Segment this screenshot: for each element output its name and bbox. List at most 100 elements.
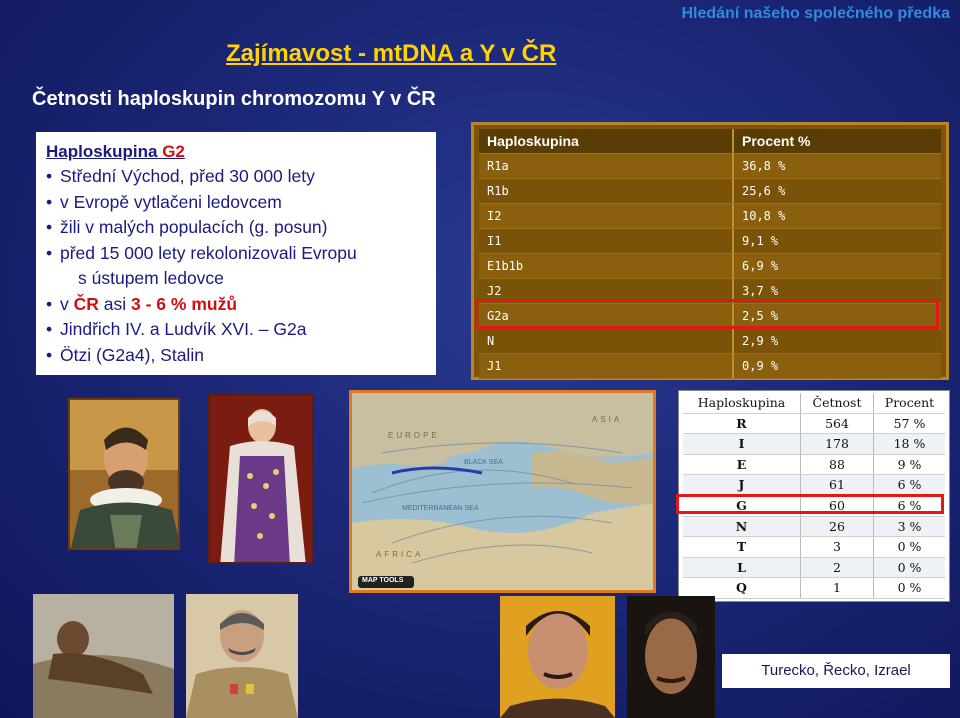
stalin-portrait [186, 594, 298, 718]
older-man-photo [627, 596, 715, 718]
louis-xvi-portrait [208, 394, 314, 564]
header-haplogroup: Haploskupina [683, 393, 801, 413]
cell-haplogroup: I [683, 434, 801, 454]
cell-haplogroup: L [683, 557, 801, 578]
table-row: L2 0 % [683, 557, 945, 579]
table-row: I1 9,1 % [479, 229, 941, 254]
header-haplogroup: Haploskupina [479, 129, 734, 153]
fact-otzi-stalin: Ötzi (G2a4), Stalin [46, 343, 426, 369]
table-row: I2 10,8 % [479, 204, 941, 229]
cell-count: 88 [801, 454, 874, 475]
cell-haplogroup: J [683, 475, 801, 495]
table-header-row: Haploskupina Procent % [479, 129, 941, 154]
young-man-image [500, 596, 615, 718]
table-row: J 61 6 % [683, 475, 945, 496]
cell-haplogroup: I2 [479, 204, 734, 228]
fact-kings: Jindřich IV. a Ludvík XVI. – G2a [46, 317, 426, 343]
cz-prefix: v [60, 293, 74, 314]
cell-haplogroup: R1a [479, 154, 734, 178]
table-row: T3 0 % [683, 537, 945, 558]
table-row: J1 0,9 % [479, 354, 941, 379]
subtitle: Četnosti haploskupin chromozomu Y v ČR [32, 88, 436, 110]
table-row: N 2,9 % [479, 329, 941, 354]
henri-portrait-image [70, 400, 178, 548]
cell-haplogroup: I1 [479, 229, 734, 253]
fact-origin: Střední Východ, před 30 000 lety [46, 164, 426, 190]
g2-heading: Haploskupina G2 [46, 140, 426, 164]
fact-recolonized-cont: s ústupem ledovce [78, 268, 224, 288]
cell-count: 178 [801, 434, 874, 454]
cell-count: 3 [801, 537, 874, 557]
cell-percent: 9 % [897, 456, 922, 472]
table-row: E 88 9 % [683, 454, 945, 476]
cell-percent: 6,9 % [742, 259, 779, 273]
map-label-mediterranean: MEDITERRANEAN SEA [402, 505, 479, 512]
cz-value: 3 - 6 % mužů [131, 293, 238, 314]
cell-haplogroup: T [683, 537, 801, 557]
fact-small-populations: žili v malých populacích (g. posun) [46, 215, 426, 241]
cell-percent: 0 % [897, 580, 922, 596]
cell-count: 1 [801, 578, 874, 598]
cell-percent: 2,9 % [742, 334, 779, 348]
table-row: E1b1b 6,9 % [479, 254, 941, 279]
countries-caption: Turecko, Řecko, Izrael [722, 654, 950, 688]
otzi-image [33, 594, 174, 718]
cell-haplogroup: R [683, 413, 801, 434]
cell-percent: 36,8 % [742, 159, 786, 173]
header-percent: Procent [884, 395, 935, 410]
cell-count: 26 [801, 516, 874, 537]
g-row-highlight [676, 494, 944, 514]
fact-displaced: v Evropě vytlačeni ledovcem [46, 190, 426, 216]
table-row: Q10 % [683, 578, 945, 599]
heading-g2: G2 [162, 142, 185, 161]
map-tools-button[interactable]: MAP TOOLS [362, 577, 403, 584]
cell-haplogroup: E [683, 454, 801, 475]
fact-recolonized: před 15 000 lety rekolonizovali Evropu [46, 241, 426, 267]
cell-percent: 25,6 % [742, 184, 786, 198]
cell-percent: 18 % [893, 436, 926, 452]
cell-percent: 57 % [893, 415, 926, 431]
louis-portrait-image [210, 396, 312, 562]
otzi-reconstruction-photo [33, 594, 174, 718]
cell-percent: 9,1 % [742, 234, 779, 248]
cell-percent: 6 % [897, 477, 922, 493]
cell-percent: 3 % [897, 518, 922, 534]
cell-haplogroup: N [683, 516, 801, 537]
table-row: R 564 57 % [683, 413, 945, 435]
map-label-black-sea: BLACK SEA [464, 459, 503, 466]
fact-cz-share: v ČR asi 3 - 6 % mužů [46, 292, 426, 318]
henri-iv-portrait [68, 398, 180, 550]
g2-info-box: Haploskupina G2 Střední Východ, před 30 … [36, 132, 436, 375]
table-row: R1a 36,8 % [479, 154, 941, 179]
cell-percent: 10,8 % [742, 209, 786, 223]
heading-prefix: Haploskupina [46, 142, 163, 161]
map-label-asia: ASIA [592, 415, 623, 424]
cell-haplogroup: E1b1b [479, 254, 734, 278]
cell-percent: 0 % [897, 559, 922, 575]
cz-country: ČR [73, 293, 99, 314]
stalin-image [186, 594, 298, 718]
cell-count: 2 [801, 557, 874, 578]
header-count: Četnost [801, 393, 874, 413]
top-tag: Hledání našeho společného předka [681, 5, 950, 22]
cell-count: 61 [801, 475, 874, 495]
older-man-image [627, 596, 715, 718]
table-header-row: Haploskupina Četnost Procent [683, 393, 945, 414]
table-row: N 26 3 % [683, 516, 945, 538]
cell-count: 564 [801, 413, 874, 434]
g2-facts-list: Střední Východ, před 30 000 lety v Evrop… [46, 164, 426, 368]
cell-haplogroup: N [479, 329, 734, 353]
g2a-row-highlight [475, 299, 939, 329]
map-label-africa: AFRICA [376, 550, 424, 559]
main-title: Zajímavost - mtDNA a Y v ČR [226, 40, 557, 67]
cell-percent: 0 % [897, 539, 922, 555]
cell-haplogroup: R1b [479, 179, 734, 203]
header-percent: Procent % [742, 133, 811, 149]
table-row: I 178 18 % [683, 434, 945, 455]
cz-mid: asi [98, 293, 132, 314]
haplogroup-percent-table: Haploskupina Procent % R1a 36,8 % R1b 25,6 % I… [471, 122, 949, 380]
cell-percent: 0,9 % [742, 359, 779, 373]
migration-map: MAP TOOLS EUROPE ASIA BLACK SEA MEDITERR… [349, 390, 656, 593]
young-man-photo [500, 596, 615, 718]
cell-haplogroup: J1 [479, 354, 734, 378]
